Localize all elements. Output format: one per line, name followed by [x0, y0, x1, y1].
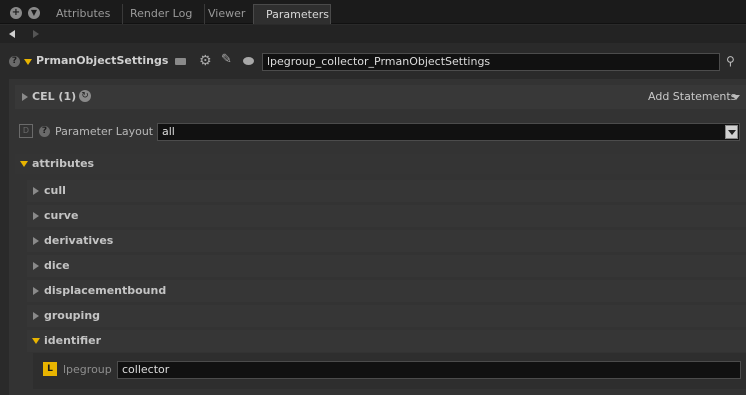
tab-menu-icon[interactable]: ▼ [28, 7, 40, 19]
default-state-icon[interactable]: D [19, 124, 33, 138]
expand-icon[interactable] [33, 312, 39, 320]
search-icon[interactable]: ⚲ [726, 54, 735, 68]
tab-viewer[interactable]: Viewer [196, 4, 259, 24]
expand-icon[interactable] [33, 262, 39, 270]
group-row-displacementbound[interactable]: displacementbound [27, 280, 746, 302]
expand-cel-icon[interactable] [22, 93, 28, 101]
group-label: dice [44, 259, 70, 272]
expand-icon[interactable] [33, 187, 39, 195]
parameter-layout-label: Parameter Layout [55, 125, 154, 138]
parameter-layout-select[interactable]: all [157, 123, 740, 141]
group-label: curve [44, 209, 79, 222]
history-bar [0, 25, 746, 43]
group-label: identifier [44, 334, 102, 347]
viewer-flag-icon[interactable] [175, 58, 186, 65]
group-label: cull [44, 184, 66, 197]
local-value-badge[interactable]: L [43, 362, 57, 376]
tab-parameters[interactable]: Parameters [253, 4, 331, 24]
collapse-identifier-icon[interactable] [32, 338, 40, 344]
wrench-icon[interactable]: ✎ [221, 53, 232, 67]
node-type-label: PrmanObjectSettings [36, 54, 169, 67]
cel-refresh-icon[interactable]: ↻ [79, 90, 91, 102]
add-statements-button[interactable]: Add Statements [648, 90, 736, 103]
tab-attributes[interactable]: Attributes [44, 4, 124, 24]
collapse-node-icon[interactable] [24, 59, 32, 65]
group-label: grouping [44, 309, 101, 322]
add-statements-dropdown-icon[interactable] [732, 95, 740, 100]
group-label: displacementbound [44, 284, 167, 297]
group-row-cull[interactable]: cull [27, 180, 746, 202]
group-row-derivatives[interactable]: derivatives [27, 230, 746, 252]
expand-icon[interactable] [33, 212, 39, 220]
group-row-curve[interactable]: curve [27, 205, 746, 227]
group-label: derivatives [44, 234, 114, 247]
group-row-dice[interactable]: dice [27, 255, 746, 277]
help-icon[interactable]: ? [9, 56, 20, 67]
back-arrow-icon[interactable] [9, 30, 15, 38]
cel-row[interactable]: CEL (1) ↻ Add Statements [15, 85, 746, 109]
gear-icon[interactable]: ⚙ [199, 54, 212, 68]
group-row-identifier[interactable]: identifier [27, 330, 746, 352]
node-header: ? PrmanObjectSettings ⚙ ✎ lpegroup_colle… [0, 47, 746, 77]
add-tab-icon[interactable]: + [10, 7, 22, 19]
parameter-layout-dropdown-button[interactable] [725, 125, 738, 139]
forward-arrow-icon[interactable] [33, 30, 39, 38]
lpegroup-label: lpegroup [63, 363, 112, 376]
node-name-field[interactable]: lpegroup_collector_PrmanObjectSettings [262, 53, 720, 71]
group-row-grouping[interactable]: grouping [27, 305, 746, 327]
collapse-attributes-icon[interactable] [20, 161, 28, 167]
comment-icon[interactable] [243, 57, 254, 65]
lpegroup-field[interactable]: collector [117, 361, 741, 379]
attributes-label: attributes [32, 157, 95, 170]
expand-icon[interactable] [33, 287, 39, 295]
expand-icon[interactable] [33, 237, 39, 245]
tab-bar: + ▼ Attributes Render Log Viewer Paramet… [0, 0, 746, 24]
cel-label: CEL (1) [32, 90, 77, 103]
chevron-down-icon [728, 130, 736, 135]
tab-render-log[interactable]: Render Log [118, 4, 206, 24]
parameter-layout-help-icon[interactable]: ? [39, 126, 50, 137]
attributes-group-header[interactable]: attributes [15, 154, 746, 174]
